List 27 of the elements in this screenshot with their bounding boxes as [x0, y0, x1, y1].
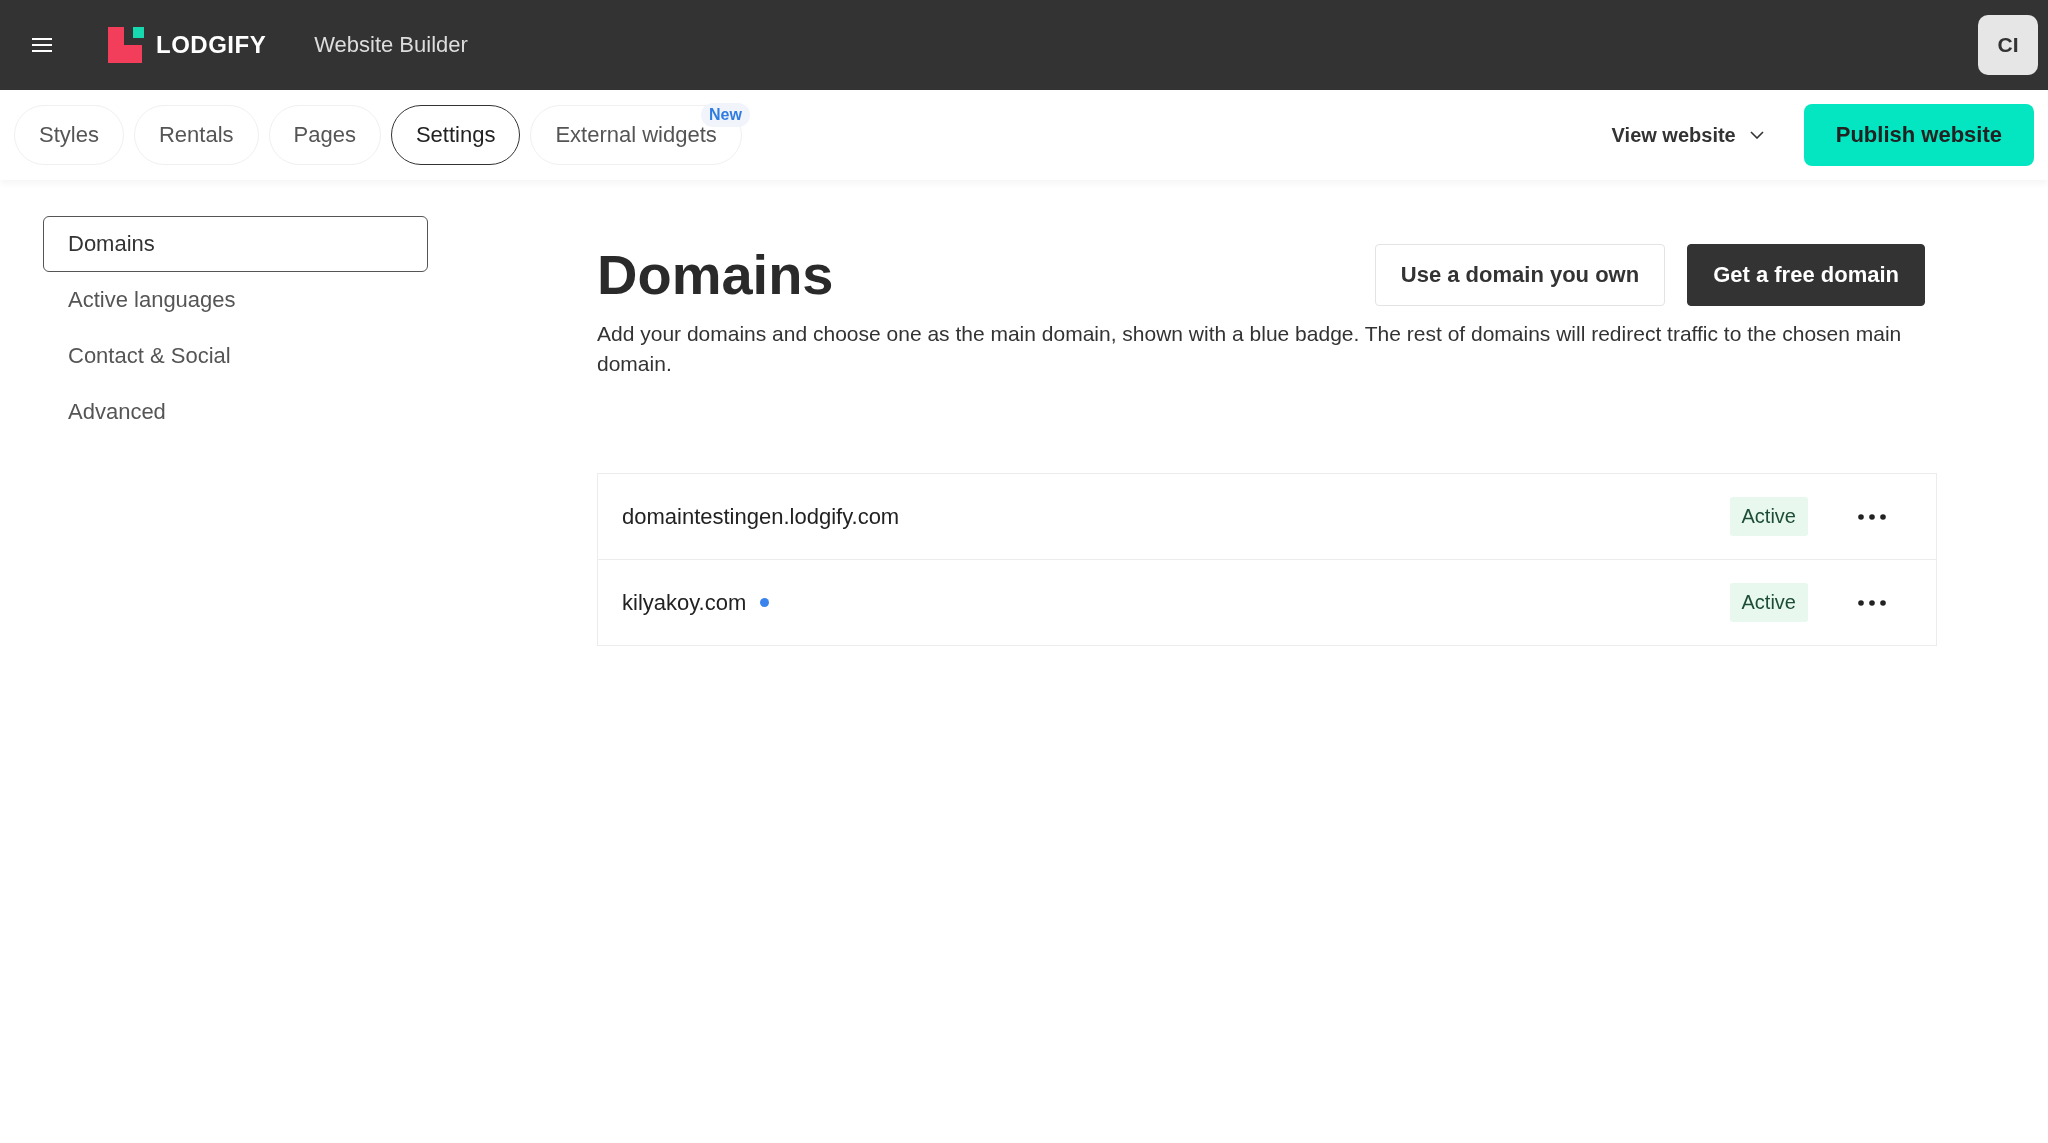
tab[interactable]: Rentals: [133, 105, 259, 165]
page-description: Add your domains and choose one as the main domain, shown with a blue badge. The rest of domains will redirect traffic to the chosen main domain.: [597, 321, 1903, 377]
status-badge: Active: [1729, 583, 1808, 622]
view-website-dropdown[interactable]: View website: [1605, 122, 1770, 148]
page-title: Domains: [597, 242, 834, 307]
domain-name: kilyakoy.com: [622, 589, 747, 616]
domain-button[interactable]: Get a free domain: [1687, 243, 1925, 306]
domain-button[interactable]: Use a domain you own: [1374, 243, 1666, 306]
avatar-button[interactable]: CI: [1978, 15, 2038, 75]
sidebar-item[interactable]: Advanced: [43, 384, 428, 440]
sidebar-item[interactable]: Contact & Social: [43, 328, 428, 384]
logo-text: LODGIFY: [156, 31, 267, 59]
tab[interactable]: Styles: [14, 105, 124, 165]
publish-website-button[interactable]: Publish website: [1803, 104, 2034, 166]
app-title: Website Builder: [314, 32, 468, 58]
chevron-down-icon: [1749, 131, 1764, 139]
domain-name: domaintestingen.lodgify.com: [622, 503, 900, 530]
new-badge: New: [700, 103, 750, 127]
more-options-icon[interactable]: [1858, 513, 1886, 520]
tab[interactable]: Pages: [268, 105, 381, 165]
sidebar-item[interactable]: Active languages: [43, 272, 428, 328]
tab[interactable]: Settings: [390, 105, 521, 165]
status-badge: Active: [1729, 497, 1808, 536]
more-options-icon[interactable]: [1858, 599, 1886, 606]
sidebar-item[interactable]: Domains: [43, 216, 428, 272]
menu-icon[interactable]: [32, 38, 52, 52]
logo-icon: [108, 27, 144, 63]
